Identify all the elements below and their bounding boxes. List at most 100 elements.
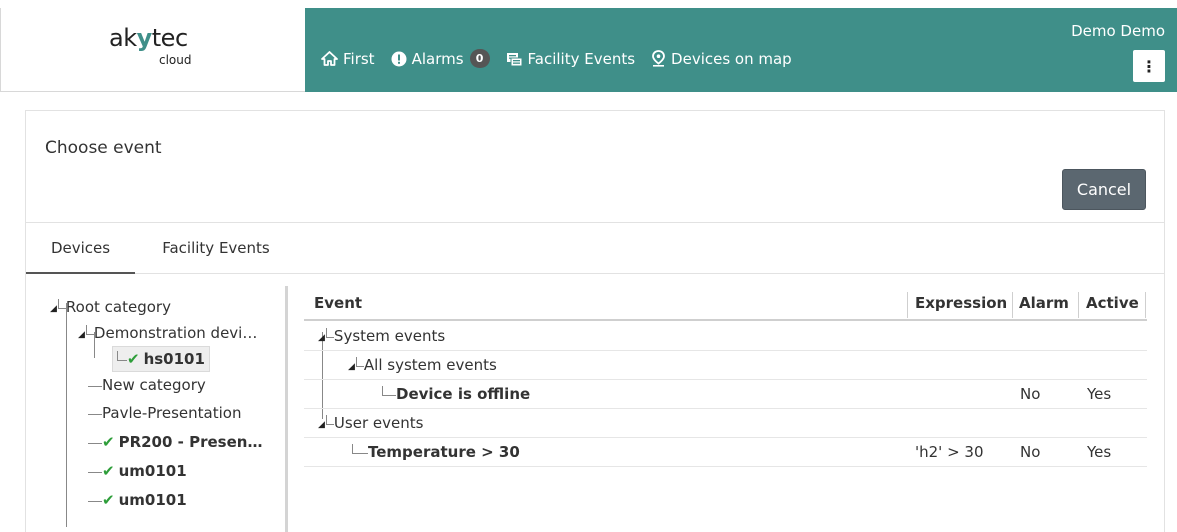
event-row[interactable]: ◢ System events <box>304 322 1147 351</box>
alarms-count-badge: 0 <box>469 49 490 68</box>
device-tree: ◢ Root category ◢ Demonstration devi… ✔ hs0… <box>26 286 288 532</box>
tree-connector <box>88 434 102 444</box>
tree-node-root[interactable]: ◢ Root category <box>50 294 171 320</box>
home-icon <box>321 51 338 66</box>
tree-connector <box>382 386 396 396</box>
check-icon: ✔ <box>127 350 140 368</box>
event-label: Temperature > 30 <box>368 443 520 461</box>
tree-node-demonstration[interactable]: ◢ Demonstration devi… <box>78 320 257 346</box>
tree-connector <box>88 405 102 415</box>
event-label: System events <box>333 327 446 345</box>
alert-circle-icon <box>391 51 407 67</box>
panel-header: Choose event Cancel <box>26 111 1164 223</box>
tree-node-label: PR200 - Presen… <box>118 433 263 451</box>
event-cell: ◢ User events <box>318 409 423 440</box>
tree-connector <box>85 325 94 335</box>
tree-node-label: Demonstration devi… <box>93 324 258 342</box>
tab-devices[interactable]: Devices <box>26 223 135 274</box>
check-icon: ✔ <box>102 462 115 480</box>
nav-item-devices-on-map[interactable]: Devices on map <box>651 50 792 68</box>
nav-item-first[interactable]: First <box>321 50 375 68</box>
nav-item-facility-events[interactable]: Facility Events <box>506 49 636 68</box>
event-cell: Device is offline <box>382 380 530 409</box>
column-divider <box>1012 292 1013 318</box>
event-row[interactable]: Temperature > 30 'h2' > 30 No Yes <box>304 438 1147 467</box>
expand-triangle-icon[interactable]: ◢ <box>318 333 325 343</box>
column-divider <box>1078 292 1079 318</box>
check-icon: ✔ <box>102 433 115 451</box>
column-divider <box>907 292 908 318</box>
expand-triangle-icon[interactable]: ◢ <box>78 330 85 340</box>
top-nav: First Alarms 0 Facility Events Devices o… <box>305 8 1177 92</box>
event-label: All system events <box>363 356 497 374</box>
tree-node-pavle-presentation[interactable]: Pavle-Presentation <box>88 400 241 426</box>
active-cell: Yes <box>1087 443 1112 461</box>
logo-text-left: ak <box>109 24 137 52</box>
event-grid: Event Expression Alarm Active ◢ System ev… <box>304 286 1147 532</box>
nav-items: First Alarms 0 Facility Events Devices o… <box>321 49 808 68</box>
logo-text-right: tec <box>151 24 188 52</box>
event-label: Device is offline <box>396 385 531 403</box>
column-header-expression[interactable]: Expression <box>915 286 1007 321</box>
tab-bar: Devices Facility Events <box>26 223 1164 274</box>
app-header: akytec cloud First Alarms 0 Facility Eve… <box>0 0 1177 92</box>
logo-subtitle: cloud <box>159 53 192 67</box>
header-top-strip <box>0 0 1177 8</box>
check-icon: ✔ <box>102 491 115 509</box>
tree-node-label: hs0101 <box>143 350 205 368</box>
page-title: Choose event <box>45 138 162 158</box>
user-name[interactable]: Demo Demo <box>1071 22 1165 40</box>
event-label: User events <box>333 414 424 432</box>
column-divider <box>1145 292 1146 318</box>
nav-item-alarms-label: Alarms <box>411 49 464 68</box>
tree-connector <box>325 415 334 425</box>
tree-connector <box>88 463 102 473</box>
choose-event-panel: Choose event Cancel Devices Facility Eve… <box>25 110 1165 532</box>
tree-connector <box>352 444 368 454</box>
tree-node-label: um0101 <box>118 491 187 509</box>
cancel-button[interactable]: Cancel <box>1062 169 1146 210</box>
logo-text-mid: y <box>136 24 153 52</box>
event-cell: ◢ All system events <box>348 351 497 382</box>
event-cell: ◢ System events <box>318 322 445 353</box>
tree-node-um0101[interactable]: ✔ um0101 <box>88 458 187 484</box>
tree-connector <box>88 492 102 502</box>
column-header-event[interactable]: Event <box>314 286 362 321</box>
grid-header: Event Expression Alarm Active <box>304 286 1147 321</box>
nav-item-alarms[interactable]: Alarms 0 <box>391 49 490 68</box>
event-cell: Temperature > 30 <box>352 438 520 467</box>
tree-node-pr200[interactable]: ✔ PR200 - Presen… <box>88 429 262 455</box>
expression-cell: 'h2' > 30 <box>915 443 984 461</box>
column-header-active[interactable]: Active <box>1086 286 1139 321</box>
logo-wordmark: akytec <box>109 24 188 52</box>
alarm-cell: No <box>1020 443 1041 461</box>
map-marker-icon <box>651 50 666 67</box>
tree-node-label: um0101 <box>118 462 187 480</box>
alarm-cell: No <box>1020 385 1041 403</box>
tree-node-label: Pavle-Presentation <box>102 404 242 422</box>
tree-connector <box>355 357 364 367</box>
tree-node-hs0101[interactable]: ✔ hs0101 <box>112 346 210 372</box>
tree-node-label: Root category <box>65 298 171 316</box>
tree-connector <box>57 299 66 309</box>
active-cell: Yes <box>1087 385 1112 403</box>
tree-connector <box>88 377 102 387</box>
column-header-alarm[interactable]: Alarm <box>1019 286 1069 321</box>
tab-facility-events[interactable]: Facility Events <box>151 223 281 274</box>
tree-node-um0101[interactable]: ✔ um0101 <box>88 487 187 513</box>
tree-connector <box>117 351 127 361</box>
event-row[interactable]: ◢ All system events <box>304 351 1147 380</box>
tree-node-new-category[interactable]: New category <box>88 372 206 398</box>
tree-line <box>66 303 67 527</box>
expand-triangle-icon[interactable]: ◢ <box>348 362 355 372</box>
tree-connector <box>325 328 334 338</box>
nav-item-first-label: First <box>343 49 375 68</box>
logo[interactable]: akytec cloud <box>0 8 305 92</box>
expand-triangle-icon[interactable]: ◢ <box>50 304 57 314</box>
nav-item-devices-on-map-label: Devices on map <box>671 49 792 68</box>
event-row[interactable]: ◢ User events <box>304 409 1147 438</box>
nav-item-facility-events-label: Facility Events <box>527 49 636 68</box>
event-row[interactable]: Device is offline No Yes <box>304 380 1147 409</box>
more-menu-button[interactable]: ⋮ <box>1133 50 1165 82</box>
expand-triangle-icon[interactable]: ◢ <box>318 420 325 430</box>
